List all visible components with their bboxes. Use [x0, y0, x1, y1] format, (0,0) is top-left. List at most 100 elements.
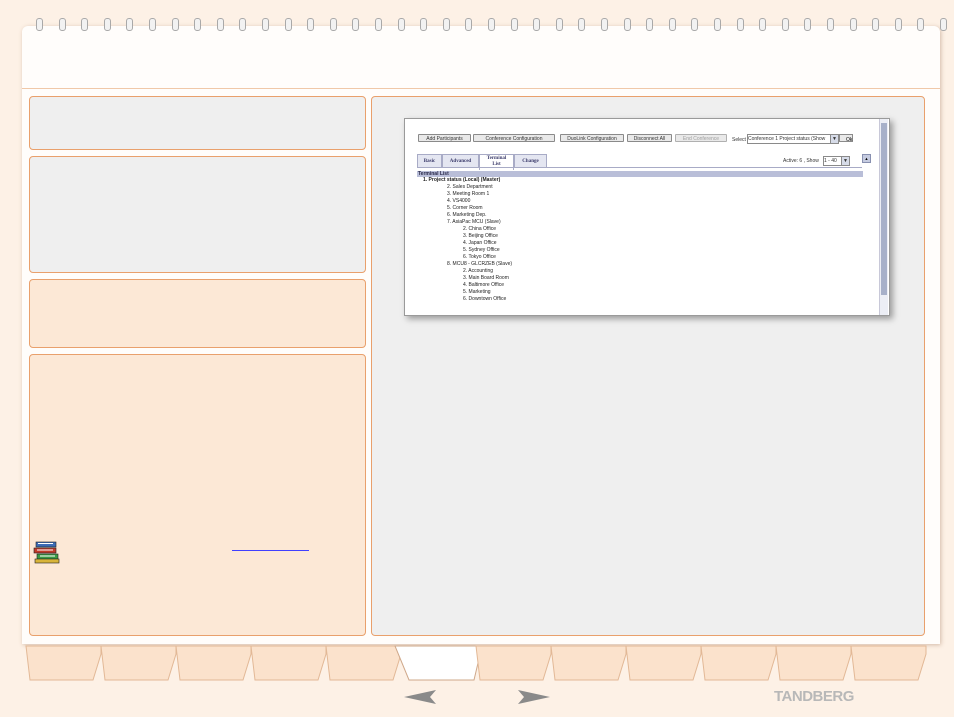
binder-ring — [488, 18, 495, 31]
binder-ring — [81, 18, 89, 31]
duolink-configuration-button[interactable]: DuoLink Configuration — [560, 134, 624, 142]
nav-tab[interactable] — [775, 645, 852, 681]
binder-ring — [216, 18, 224, 31]
nav-tab[interactable] — [700, 645, 777, 681]
terminal-list-item[interactable]: 3. Main Board Room — [463, 275, 509, 282]
binder-ring — [58, 18, 66, 31]
tab-underline — [417, 167, 862, 168]
scrollbar-thumb[interactable] — [881, 123, 887, 295]
binder-ring — [759, 18, 767, 31]
previous-arrow-icon[interactable] — [404, 690, 436, 704]
terminal-list-item[interactable]: 5. Marketing — [463, 289, 491, 296]
active-count: Active: 6 , Show — [783, 158, 819, 164]
nav-tab[interactable] — [850, 645, 927, 681]
binder-ring — [465, 18, 473, 31]
terminal-list-item[interactable]: 3. Beijing Office — [463, 233, 498, 240]
binder-ring — [646, 18, 654, 31]
terminal-list-item[interactable]: 6. Marketing Dep. — [447, 212, 486, 219]
terminal-list-item[interactable]: 6. Tokyo Office — [463, 254, 496, 261]
conference-screenshot: Add Participants Conference Configuratio… — [404, 118, 890, 316]
header-divider — [22, 88, 940, 89]
tab-change[interactable]: Change — [514, 154, 547, 168]
reference-link[interactable] — [232, 550, 309, 551]
binder-ring — [894, 18, 902, 31]
binder-ring — [126, 18, 134, 31]
binder-ring — [555, 18, 563, 31]
select-label: Select — [732, 137, 746, 143]
binder-ring — [781, 18, 789, 31]
nav-tab[interactable] — [475, 645, 552, 681]
terminal-list-item[interactable]: 2. Sales Department — [447, 184, 493, 191]
end-conference-button[interactable]: End Conference — [675, 134, 727, 142]
binder-ring — [623, 18, 631, 31]
terminal-list-item[interactable]: 4. Baltimore Office — [463, 282, 504, 289]
binder-ring — [668, 18, 676, 31]
binder-ring — [352, 18, 360, 31]
binder-ring — [239, 18, 247, 31]
binder-ring — [149, 18, 156, 31]
binder-ring — [36, 18, 43, 31]
nav-tab[interactable] — [25, 645, 102, 681]
binder-ring — [601, 18, 608, 31]
binder-ring — [849, 18, 857, 31]
next-arrow-icon[interactable] — [518, 690, 550, 704]
binder-ring — [420, 18, 428, 31]
binder-ring — [736, 18, 744, 31]
binder-ring — [872, 18, 880, 31]
ok-button[interactable]: Ok — [839, 134, 853, 143]
binder-ring — [397, 18, 405, 31]
binder-ring — [804, 18, 812, 31]
terminal-list-item[interactable]: 8. MCU8 - GLCRZEB (Slave) — [447, 261, 512, 268]
binder-ring — [103, 18, 111, 31]
left-panel-3 — [29, 279, 366, 348]
terminal-list-item[interactable]: 4. VS4000 — [447, 198, 470, 205]
terminal-list-item[interactable]: 5. Corner Room — [447, 205, 483, 212]
scrollbar[interactable] — [879, 119, 888, 315]
show-range-value: 1 - 40 — [824, 158, 837, 164]
terminal-list-item[interactable]: 1. Project status (Local) (Master) — [423, 177, 500, 184]
binder-ring — [691, 18, 699, 31]
nav-tab[interactable] — [100, 645, 177, 681]
tab-advanced[interactable]: Advanced — [442, 154, 479, 168]
nav-tab[interactable] — [394, 645, 483, 681]
binder-ring — [329, 18, 337, 31]
tandberg-logo: TANDBERG — [774, 688, 854, 705]
add-participants-button[interactable]: Add Participants — [418, 134, 471, 142]
nav-tab[interactable] — [175, 645, 252, 681]
scroll-up-icon[interactable]: ▲ — [862, 154, 871, 163]
binder-ring — [510, 18, 518, 31]
chevron-down-icon[interactable]: ▼ — [841, 157, 849, 165]
terminal-list-item[interactable]: 7. AsiaPac MCU (Slave) — [447, 219, 501, 226]
binder-ring — [917, 18, 925, 31]
terminal-list-item[interactable]: 6. Downtown Office — [463, 296, 506, 303]
binder-ring — [194, 18, 202, 31]
disconnect-all-button[interactable]: Disconnect All — [627, 134, 672, 142]
conference-select[interactable]: Conference 1 Project status (Show ▼ — [747, 134, 839, 144]
books-icon — [33, 541, 60, 564]
nav-tab[interactable] — [325, 645, 402, 681]
binder-ring — [284, 18, 292, 31]
conference-configuration-button[interactable]: Conference Configuration — [473, 134, 555, 142]
left-panel-4 — [29, 354, 366, 636]
terminal-list-item[interactable]: 2. China Office — [463, 226, 496, 233]
manual-page: Add Participants Conference Configuratio… — [0, 0, 954, 717]
left-panel-2 — [29, 156, 366, 273]
chevron-down-icon[interactable]: ▼ — [830, 135, 838, 143]
terminal-list-item[interactable]: 4. Japan Office — [463, 240, 497, 247]
binder-ring — [827, 18, 834, 31]
binder-ring — [533, 18, 541, 31]
nav-tab[interactable] — [550, 645, 627, 681]
nav-tab[interactable] — [250, 645, 327, 681]
binder-ring — [442, 18, 450, 31]
binder-ring — [578, 18, 586, 31]
binder-ring — [375, 18, 382, 31]
binder-ring — [307, 18, 315, 31]
tab-basic[interactable]: Basic — [417, 154, 442, 168]
terminal-list-item[interactable]: 5. Sydney Office — [463, 247, 500, 254]
terminal-list-item[interactable]: 3. Meeting Room 1 — [447, 191, 489, 198]
binder-ring — [262, 18, 269, 31]
show-range-select[interactable]: 1 - 40 ▼ — [823, 156, 850, 166]
nav-tab[interactable] — [625, 645, 702, 681]
terminal-list-item[interactable]: 2. Accounting — [463, 268, 493, 275]
conference-select-value: Conference 1 Project status (Show — [748, 136, 826, 142]
